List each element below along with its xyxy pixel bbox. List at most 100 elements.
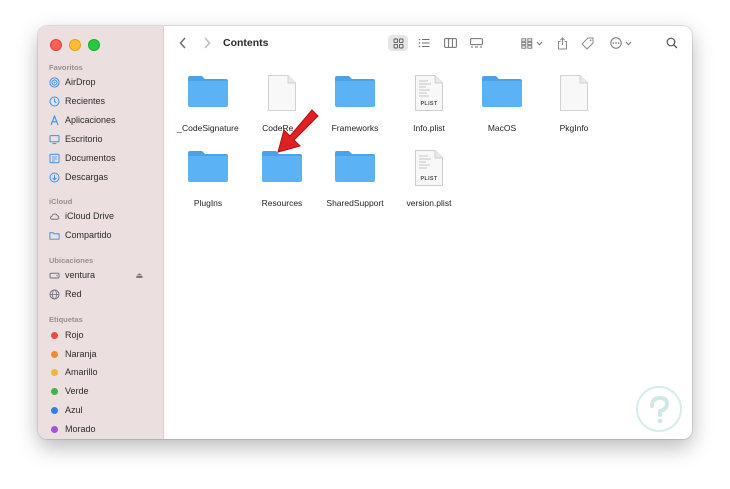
sidebar-section-favoritos: Favoritos xyxy=(49,63,83,72)
red-tag-icon xyxy=(51,331,58,339)
file-name: PkgInfo xyxy=(559,123,589,133)
sidebar-section-ubicaciones: Ubicaciones xyxy=(49,256,94,265)
sidebar-item-label: Naranja xyxy=(65,349,97,359)
sidebar-tag-azul[interactable]: Azul xyxy=(49,402,155,418)
sidebar-item-label: Morado xyxy=(65,424,96,434)
sidebar-item-descargas[interactable]: Descargas xyxy=(49,169,155,185)
file-item-plugins[interactable]: PlugIns xyxy=(170,149,246,229)
file-item-info-plist[interactable]: PLIST Info.plist xyxy=(391,74,467,154)
list-view-button[interactable] xyxy=(414,35,434,51)
file-item-macos[interactable]: MacOS xyxy=(464,74,540,154)
orange-tag-icon xyxy=(51,350,58,358)
sidebar-item-label: ventura xyxy=(65,270,96,280)
sidebar-tag-amarillo[interactable]: Amarillo xyxy=(49,364,155,380)
sidebar-item-airdrop[interactable]: AirDrop xyxy=(49,74,155,90)
list-icon xyxy=(418,38,430,48)
sidebar-tag-naranja[interactable]: Naranja xyxy=(49,346,155,362)
watermark-logo xyxy=(636,386,682,432)
sidebar-item-label: Escritorio xyxy=(65,134,103,144)
zoom-button[interactable] xyxy=(88,39,100,51)
plist-badge: PLIST xyxy=(420,101,438,107)
sidebar-item-icloud-drive[interactable]: iCloud Drive xyxy=(49,208,155,224)
sidebar-item-label: iCloud Drive xyxy=(65,211,115,221)
sidebar-tag-verde[interactable]: Verde xyxy=(49,383,155,399)
columns-icon xyxy=(443,38,457,48)
folder-icon xyxy=(188,76,228,107)
sidebar-item-label: Compartido xyxy=(65,230,112,240)
sidebar-item-label: Aplicaciones xyxy=(65,115,116,125)
chevron-right-icon xyxy=(204,37,211,49)
sidebar-item-label: Red xyxy=(65,289,82,299)
search-button[interactable] xyxy=(664,35,680,51)
sidebar-item-label: Documentos xyxy=(65,153,116,163)
file-item-version-plist[interactable]: PLIST version.plist xyxy=(391,149,467,229)
tag-icon xyxy=(580,37,593,50)
sidebar-tag-rojo[interactable]: Rojo xyxy=(49,327,155,343)
blue-tag-icon xyxy=(51,406,58,414)
file-item-resources[interactable]: Resources xyxy=(244,149,320,229)
gallery-view-button[interactable] xyxy=(466,35,486,51)
toolbar: Contents xyxy=(164,26,692,60)
sidebar-item-documentos[interactable]: Documentos xyxy=(49,150,155,166)
red-arrow-annotation xyxy=(277,109,319,153)
sidebar-tag-morado[interactable]: Morado xyxy=(49,421,155,437)
green-tag-icon xyxy=(51,387,58,395)
chevron-down-icon xyxy=(625,41,632,46)
folder-icon xyxy=(335,76,375,107)
column-view-button[interactable] xyxy=(440,35,460,51)
shared-folder-icon xyxy=(49,230,60,241)
window-controls xyxy=(50,39,100,51)
file-item-sharedsupport[interactable]: SharedSupport xyxy=(317,149,393,229)
cloud-icon xyxy=(49,211,60,222)
window-title: Contents xyxy=(223,37,269,49)
desktop-icon xyxy=(49,134,60,145)
sidebar-item-red[interactable]: Red xyxy=(49,286,155,302)
minimize-button[interactable] xyxy=(69,39,81,51)
yellow-tag-icon xyxy=(51,368,58,376)
search-icon xyxy=(666,37,678,49)
sidebar-item-label: Recientes xyxy=(65,96,106,106)
ellipsis-circle-icon xyxy=(610,37,622,49)
folder-icon xyxy=(335,151,375,182)
folder-icon xyxy=(482,76,522,107)
share-button[interactable] xyxy=(554,35,570,51)
folder-icon xyxy=(188,151,228,182)
sidebar-section-icloud: iCloud xyxy=(49,197,73,206)
file-grid: _CodeSignature CodeRe… Frameworks PLIST xyxy=(164,60,692,439)
group-by-button[interactable] xyxy=(518,35,546,51)
file-item-pkginfo[interactable]: PkgInfo xyxy=(536,74,612,154)
sidebar: Favoritos AirDrop Recientes Aplicaciones… xyxy=(38,26,164,439)
sidebar-item-label: Amarillo xyxy=(65,367,98,377)
sidebar-item-compartido[interactable]: Compartido xyxy=(49,227,155,243)
icon-view-button[interactable] xyxy=(388,35,408,51)
plist-badge: PLIST xyxy=(420,176,438,182)
clock-icon xyxy=(49,96,60,107)
sidebar-section-etiquetas: Etiquetas xyxy=(49,315,83,324)
file-item-frameworks[interactable]: Frameworks xyxy=(317,74,393,154)
apps-icon xyxy=(49,114,60,126)
sidebar-item-label: Azul xyxy=(65,405,83,415)
sidebar-item-ventura[interactable]: ventura ⏏ xyxy=(49,267,155,283)
eject-icon[interactable]: ⏏ xyxy=(135,271,143,280)
sidebar-item-label: AirDrop xyxy=(65,77,96,87)
document-icon xyxy=(49,153,60,164)
sidebar-item-escritorio[interactable]: Escritorio xyxy=(49,131,155,147)
back-button[interactable] xyxy=(176,35,190,51)
grid-icon xyxy=(393,38,403,48)
gallery-icon xyxy=(469,38,483,48)
chevron-down-icon xyxy=(536,41,543,46)
sidebar-item-aplicaciones[interactable]: Aplicaciones xyxy=(49,112,155,128)
network-icon xyxy=(49,289,60,300)
share-icon xyxy=(557,36,567,49)
document-file-icon xyxy=(560,75,588,111)
more-actions-button[interactable] xyxy=(607,35,635,51)
close-button[interactable] xyxy=(50,39,62,51)
sidebar-item-label: Descargas xyxy=(65,172,109,182)
sidebar-item-label: Verde xyxy=(65,386,89,396)
file-name: version.plist xyxy=(406,198,452,208)
purple-tag-icon xyxy=(51,425,58,433)
file-item-codesignature[interactable]: _CodeSignature xyxy=(170,74,246,154)
tags-button[interactable] xyxy=(578,35,596,51)
sidebar-item-recientes[interactable]: Recientes xyxy=(49,93,155,109)
forward-button[interactable] xyxy=(200,35,214,51)
